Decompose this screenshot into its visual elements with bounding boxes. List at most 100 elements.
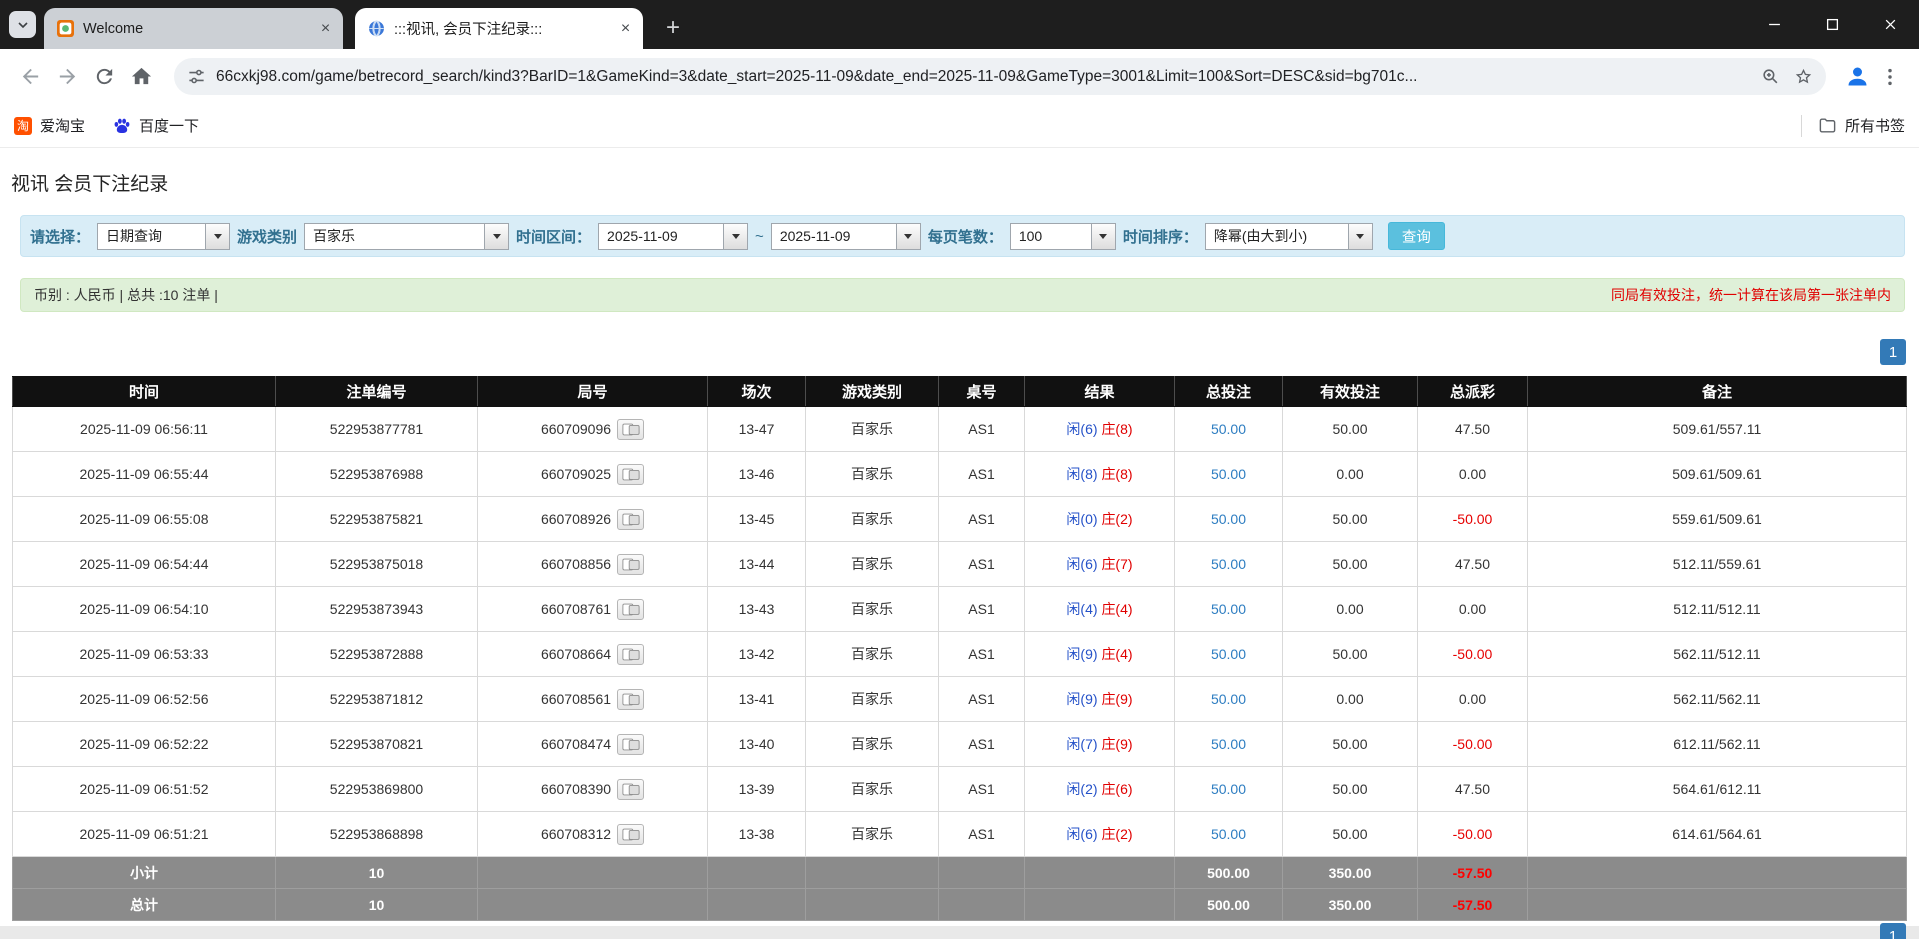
round-detail-icon[interactable] (617, 734, 644, 755)
column-header: 场次 (708, 377, 806, 407)
column-header: 游戏类别 (806, 377, 939, 407)
pagination-bottom[interactable]: 1 (1880, 923, 1906, 939)
search-button[interactable]: 查询 (1388, 222, 1445, 250)
chevron-down-icon[interactable] (205, 224, 229, 249)
tab-search-button[interactable] (9, 11, 36, 38)
bookmark-taobao[interactable]: 淘 爱淘宝 (14, 115, 85, 136)
menu-icon[interactable] (1873, 60, 1907, 94)
column-header: 总派彩 (1418, 377, 1528, 407)
total-bet-link[interactable]: 50.00 (1211, 736, 1246, 752)
chevron-down-icon[interactable] (484, 224, 508, 249)
footer-payout: -57.50 (1418, 857, 1528, 889)
maximize-button[interactable] (1803, 0, 1861, 49)
cell-time: 2025-11-09 06:52:56 (13, 677, 276, 722)
refresh-button[interactable] (86, 58, 123, 95)
all-bookmarks-button[interactable]: 所有书签 (1818, 115, 1905, 136)
chevron-down-icon[interactable] (896, 224, 920, 249)
cell-game-type: 百家乐 (806, 407, 939, 452)
round-detail-icon[interactable] (617, 689, 644, 710)
total-bet-link[interactable]: 50.00 (1211, 511, 1246, 527)
cell-payout: 0.00 (1418, 587, 1528, 632)
close-icon[interactable]: × (616, 19, 635, 38)
profile-avatar[interactable] (1842, 61, 1873, 92)
cell-time: 2025-11-09 06:56:11 (13, 407, 276, 452)
game-type-combo[interactable]: 百家乐 (304, 223, 509, 250)
total-bet-link[interactable]: 50.00 (1211, 826, 1246, 842)
cell-session: 13-39 (708, 767, 806, 812)
cell-session: 13-40 (708, 722, 806, 767)
date-start-combo[interactable]: 2025-11-09 (598, 223, 748, 250)
cell-note: 509.61/557.11 (1528, 407, 1907, 452)
total-bet-link[interactable]: 50.00 (1211, 601, 1246, 617)
zoom-icon[interactable] (1761, 67, 1780, 86)
cell-total-bet: 50.00 (1175, 632, 1283, 677)
url-text[interactable]: 66cxkj98.com/game/betrecord_search/kind3… (216, 68, 1751, 86)
round-detail-icon[interactable] (617, 419, 644, 440)
cell-game-type: 百家乐 (806, 677, 939, 722)
bookmark-label: 百度一下 (139, 115, 199, 136)
chevron-down-icon[interactable] (723, 224, 747, 249)
cell-valid-bet: 50.00 (1283, 542, 1418, 587)
cell-note: 509.61/509.61 (1528, 452, 1907, 497)
date-query-combo[interactable]: 日期查询 (97, 223, 230, 250)
new-tab-button[interactable]: + (659, 14, 687, 42)
total-bet-link[interactable]: 50.00 (1211, 691, 1246, 707)
cell-payout: -50.00 (1418, 497, 1528, 542)
round-detail-icon[interactable] (617, 509, 644, 530)
total-bet-link[interactable]: 50.00 (1211, 646, 1246, 662)
cell-valid-bet: 50.00 (1283, 767, 1418, 812)
table-body: 2025-11-09 06:56:11522953877781660709096… (13, 407, 1907, 857)
round-detail-icon[interactable] (617, 554, 644, 575)
cell-game-type: 百家乐 (806, 767, 939, 812)
pagination-page-1[interactable]: 1 (1880, 339, 1906, 365)
round-detail-icon[interactable] (617, 464, 644, 485)
round-detail-icon[interactable] (617, 644, 644, 665)
total-bet-link[interactable]: 50.00 (1211, 556, 1246, 572)
cell-bet-id: 522953871812 (276, 677, 478, 722)
round-detail-icon[interactable] (617, 599, 644, 620)
cell-result: 闲(6) 庄(2) (1025, 812, 1175, 857)
total-bet-link[interactable]: 50.00 (1211, 466, 1246, 482)
cell-time: 2025-11-09 06:51:52 (13, 767, 276, 812)
combo-value: 百家乐 (305, 224, 484, 249)
bookmark-baidu[interactable]: 百度一下 (113, 115, 199, 136)
table-footer-row: 总计10500.00350.00-57.50 (13, 889, 1907, 921)
tab-betrecord[interactable]: :::视讯, 会员下注纪录::: × (355, 8, 643, 49)
tab-welcome[interactable]: Welcome × (44, 8, 343, 49)
bookmark-star-icon[interactable] (1794, 67, 1813, 86)
cell-payout: 47.50 (1418, 767, 1528, 812)
cell-session: 13-43 (708, 587, 806, 632)
minimize-button[interactable] (1745, 0, 1803, 49)
page-size-combo[interactable]: 100 (1010, 223, 1116, 250)
cell-game-type: 百家乐 (806, 812, 939, 857)
cell-result: 闲(9) 庄(4) (1025, 632, 1175, 677)
footer-valid-bet: 350.00 (1283, 857, 1418, 889)
round-detail-icon[interactable] (617, 824, 644, 845)
sort-order-combo[interactable]: 降幂(由大到小) (1205, 223, 1373, 250)
footer-total-bet: 500.00 (1175, 857, 1283, 889)
chevron-down-icon[interactable] (1091, 224, 1115, 249)
home-button[interactable] (123, 58, 160, 95)
close-button[interactable] (1861, 0, 1919, 49)
date-end-combo[interactable]: 2025-11-09 (771, 223, 921, 250)
cell-table-no: AS1 (939, 812, 1025, 857)
column-header: 注单编号 (276, 377, 478, 407)
address-bar[interactable]: 66cxkj98.com/game/betrecord_search/kind3… (174, 58, 1826, 95)
page-title: 视讯 会员下注纪录 (11, 169, 1919, 196)
total-bet-link[interactable]: 50.00 (1211, 421, 1246, 437)
cell-table-no: AS1 (939, 722, 1025, 767)
globe-favicon-icon (368, 20, 385, 37)
cell-table-no: AS1 (939, 632, 1025, 677)
round-detail-icon[interactable] (617, 779, 644, 800)
site-info-icon[interactable] (187, 67, 206, 86)
cell-total-bet: 50.00 (1175, 677, 1283, 722)
cell-total-bet: 50.00 (1175, 767, 1283, 812)
forward-button[interactable] (49, 58, 86, 95)
cell-note: 512.11/512.11 (1528, 587, 1907, 632)
back-button[interactable] (12, 58, 49, 95)
cell-result: 闲(7) 庄(9) (1025, 722, 1175, 767)
cell-result: 闲(6) 庄(7) (1025, 542, 1175, 587)
total-bet-link[interactable]: 50.00 (1211, 781, 1246, 797)
close-icon[interactable]: × (316, 19, 335, 38)
chevron-down-icon[interactable] (1348, 224, 1372, 249)
